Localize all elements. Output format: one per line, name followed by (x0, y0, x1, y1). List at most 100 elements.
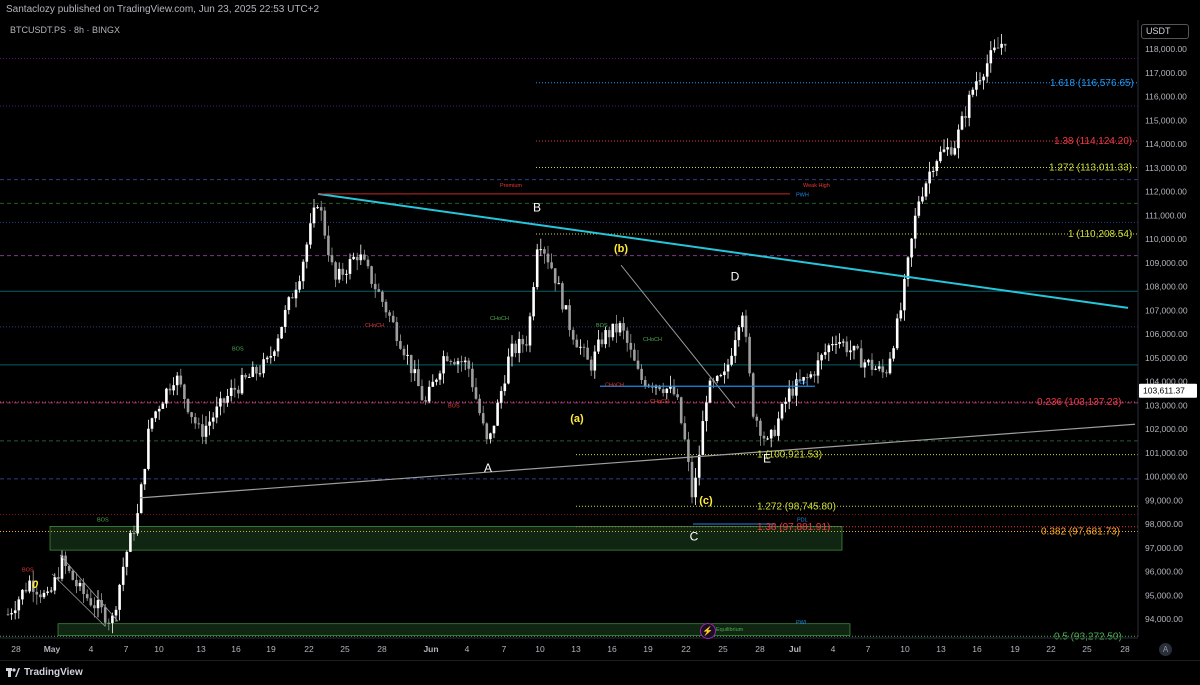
time-tick-label: 22 (1046, 644, 1056, 654)
candle-body (395, 322, 399, 342)
candle-body (233, 387, 237, 390)
candle-body (525, 344, 528, 346)
price-tick-label: 100,000.00 (1145, 472, 1188, 482)
candle-body (827, 345, 831, 353)
candle-body (996, 47, 1000, 49)
candle-body (791, 388, 795, 396)
lightning-icon[interactable]: ⚡ (700, 623, 716, 639)
candle-body (517, 338, 521, 354)
tradingview-logo[interactable]: TradingView (6, 667, 83, 678)
candle-body (305, 244, 309, 262)
candle-body (211, 417, 215, 422)
candle-body (733, 340, 737, 356)
candle-body (143, 468, 147, 485)
candle-body (852, 345, 856, 351)
candle-body (697, 454, 701, 478)
price-chart[interactable]: 1.618 (116,576.65) 1.38 (114,124.20) 1.272… (0, 0, 1200, 684)
price-tick-label: 102,000.00 (1145, 424, 1188, 434)
candle-body (690, 461, 694, 498)
candle-body (777, 418, 780, 436)
candle-body (93, 605, 96, 609)
candle-body (874, 368, 877, 370)
candle-body (946, 147, 949, 150)
candle-body (593, 351, 597, 371)
time-tick-label: 22 (304, 644, 314, 654)
fib-level-label: 1.38 (114,124.20) (1054, 136, 1132, 147)
time-tick-label: 16 (231, 644, 241, 654)
candle-body (391, 315, 395, 323)
candle-body (21, 589, 24, 600)
candle-body (957, 129, 960, 149)
structure-label: BOS (22, 568, 34, 574)
fib-level-label: 1.272 (113,011.33) (1049, 162, 1132, 173)
candle-body (939, 151, 942, 162)
candle-body (575, 339, 579, 348)
candle-body (892, 348, 895, 359)
candle-body (435, 379, 438, 382)
candle-body (507, 356, 510, 384)
candle-body (388, 312, 391, 316)
last-price-label: 103,611.37 (1143, 386, 1185, 396)
price-tick-label: 118,000.00 (1145, 44, 1187, 54)
candle-body (741, 315, 744, 328)
candle-body (759, 420, 762, 436)
candle-body (975, 81, 978, 90)
candle-body (273, 351, 276, 356)
currency-select[interactable]: USDT (1141, 24, 1189, 39)
candle-body (730, 355, 733, 365)
candle-body (78, 582, 82, 587)
candle-body (885, 372, 888, 374)
candle-body (427, 386, 431, 402)
candle-body (258, 373, 262, 375)
candle-body (463, 360, 467, 363)
price-tick-label: 101,000.00 (1145, 448, 1188, 458)
candle-body (157, 408, 161, 412)
wave-label: A (484, 461, 492, 475)
candle-body (838, 342, 841, 344)
candle-body (564, 305, 568, 310)
candle-body (514, 343, 517, 354)
candle-body (694, 477, 697, 498)
wave-label: B (533, 201, 541, 215)
candle-body (460, 361, 463, 363)
candle-body (607, 330, 611, 338)
auto-scale-button[interactable]: A (1159, 643, 1172, 656)
fib-level-label: 1 (110,208.54) (1068, 229, 1132, 240)
structure-label: CHoCH (490, 316, 509, 322)
candle-body (136, 513, 139, 534)
fib-level-label: 1.38 (97,881.91) (757, 522, 830, 533)
candle-body (935, 161, 939, 171)
candle-body (773, 429, 777, 436)
candle-body (172, 385, 175, 391)
time-tick-label: 19 (1010, 644, 1020, 654)
candle-body (737, 327, 741, 341)
candle-body (906, 257, 910, 280)
candle-body (287, 297, 291, 310)
candle-body (402, 348, 406, 356)
candle-body (571, 330, 575, 340)
zones (49, 526, 851, 636)
candle-body (420, 386, 424, 401)
candle-body (751, 373, 755, 417)
candle-body (715, 375, 719, 382)
structure-label: BOS (596, 323, 608, 329)
price-tick-label: 109,000.00 (1145, 258, 1188, 268)
price-tick-label: 99,000.00 (1145, 495, 1183, 505)
price-tick-label: 96,000.00 (1145, 567, 1183, 577)
candle-body (676, 394, 679, 398)
candle-body (13, 610, 17, 614)
candle-body (481, 413, 485, 424)
candle-body (510, 343, 514, 357)
candle-body (528, 316, 532, 346)
price-tick-label: 98,000.00 (1145, 519, 1183, 529)
candle-body (748, 336, 751, 374)
candle-body (521, 338, 525, 345)
candle-body (820, 354, 823, 361)
price-tick-label: 107,000.00 (1145, 305, 1188, 315)
time-tick-label: 28 (11, 644, 21, 654)
candle-body (899, 310, 903, 319)
candle-body (1000, 43, 1003, 48)
candle-body (449, 360, 453, 362)
price-tick-label: 111,000.00 (1145, 210, 1187, 220)
candle-body (244, 374, 247, 378)
